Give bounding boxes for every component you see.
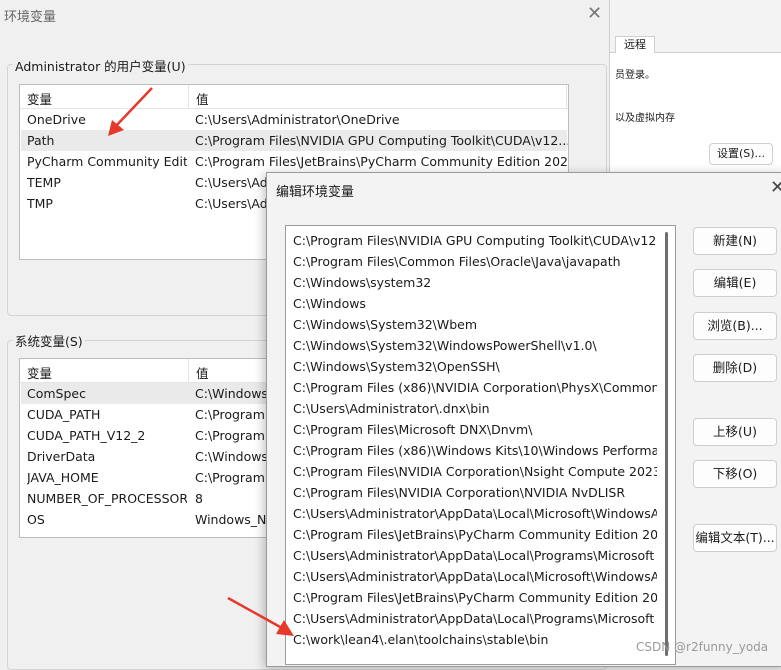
system-variables-label: 系统变量(S) — [13, 331, 85, 350]
list-item[interactable]: C:\Users\Administrator\AppData\Local\Pro… — [293, 545, 657, 566]
list-item[interactable]: C:\Users\Administrator\AppData\Local\Mic… — [293, 503, 657, 524]
list-item[interactable]: C:\Program Files\JetBrains\PyCharm Commu… — [293, 524, 657, 545]
list-item[interactable]: C:\Program Files\NVIDIA Corporation\Nsig… — [293, 461, 657, 482]
list-item[interactable]: C:\Windows\system32 — [293, 272, 657, 293]
move-down-button[interactable]: 下移(O) — [693, 460, 777, 488]
edit-text-button[interactable]: 编辑文本(T)... — [693, 524, 777, 552]
delete-button[interactable]: 删除(D) — [693, 354, 777, 382]
user-variables-label: Administrator 的用户变量(U) — [13, 56, 188, 75]
path-list[interactable]: C:\Program Files\NVIDIA GPU Computing To… — [285, 225, 676, 665]
table-row[interactable]: PyCharm Community Editi... C:\Program Fi… — [21, 151, 568, 172]
list-item[interactable]: C:\Program Files\Common Files\Oracle\Jav… — [293, 251, 657, 272]
column-header-variable[interactable]: 变量 — [27, 363, 52, 382]
list-item[interactable]: C:\Program Files (x86)\Windows Kits\10\W… — [293, 440, 657, 461]
annotation-arrow-icon — [227, 596, 294, 636]
list-item[interactable]: C:\Program Files\NVIDIA Corporation\NVID… — [293, 482, 657, 503]
column-header-variable[interactable]: 变量 — [27, 89, 52, 108]
list-item[interactable]: C:\Users\Administrator\.dnx\bin — [293, 398, 657, 419]
login-text: 员登录。 — [615, 70, 655, 81]
edit-button[interactable]: 编辑(E) — [693, 269, 777, 297]
browse-button[interactable]: 浏览(B)... — [693, 312, 777, 340]
list-item[interactable]: C:\Program Files (x86)\NVIDIA Corporatio… — [293, 377, 657, 398]
watermark-text: CSDN @r2funny_yoda — [636, 640, 769, 654]
list-item[interactable]: C:\Windows — [293, 293, 657, 314]
list-item[interactable]: C:\Program Files\NVIDIA GPU Computing To… — [293, 230, 657, 251]
tab-remote[interactable]: 远程 — [615, 36, 655, 54]
list-item-new-path[interactable]: C:\work\lean4\.elan\toolchains\stable\bi… — [293, 629, 657, 650]
dialog-title: 编辑环境变量 — [276, 185, 355, 200]
edit-environment-variable-dialog: 编辑环境变量 ✕ C:\Program Files\NVIDIA GPU Com… — [266, 172, 781, 667]
list-item[interactable]: C:\Users\Administrator\AppData\Local\Mic… — [293, 566, 657, 587]
scrollbar[interactable] — [665, 232, 668, 656]
new-button[interactable]: 新建(N) — [693, 227, 777, 255]
list-item[interactable]: C:\Users\Administrator\AppData\Local\Pro… — [293, 608, 657, 629]
settings-button[interactable]: 设置(S)... — [709, 143, 773, 165]
list-item[interactable]: C:\Program Files\JetBrains\PyCharm Commu… — [293, 587, 657, 608]
annotation-arrow-icon — [108, 87, 153, 136]
virtual-memory-text: 以及虚拟内存 — [615, 113, 675, 124]
column-header-value[interactable]: 值 — [196, 89, 209, 108]
close-icon[interactable]: ✕ — [770, 177, 781, 198]
list-item[interactable]: C:\Windows\System32\Wbem — [293, 314, 657, 335]
list-item[interactable]: C:\Windows\System32\OpenSSH\ — [293, 356, 657, 377]
window-title: 环境变量 — [4, 10, 57, 25]
column-header-value[interactable]: 值 — [196, 363, 209, 382]
list-item[interactable]: C:\Windows\System32\WindowsPowerShell\v1… — [293, 335, 657, 356]
list-item[interactable]: C:\Program Files\Microsoft DNX\Dnvm\ — [293, 419, 657, 440]
close-icon[interactable]: ✕ — [587, 3, 602, 24]
move-up-button[interactable]: 上移(U) — [693, 418, 777, 446]
